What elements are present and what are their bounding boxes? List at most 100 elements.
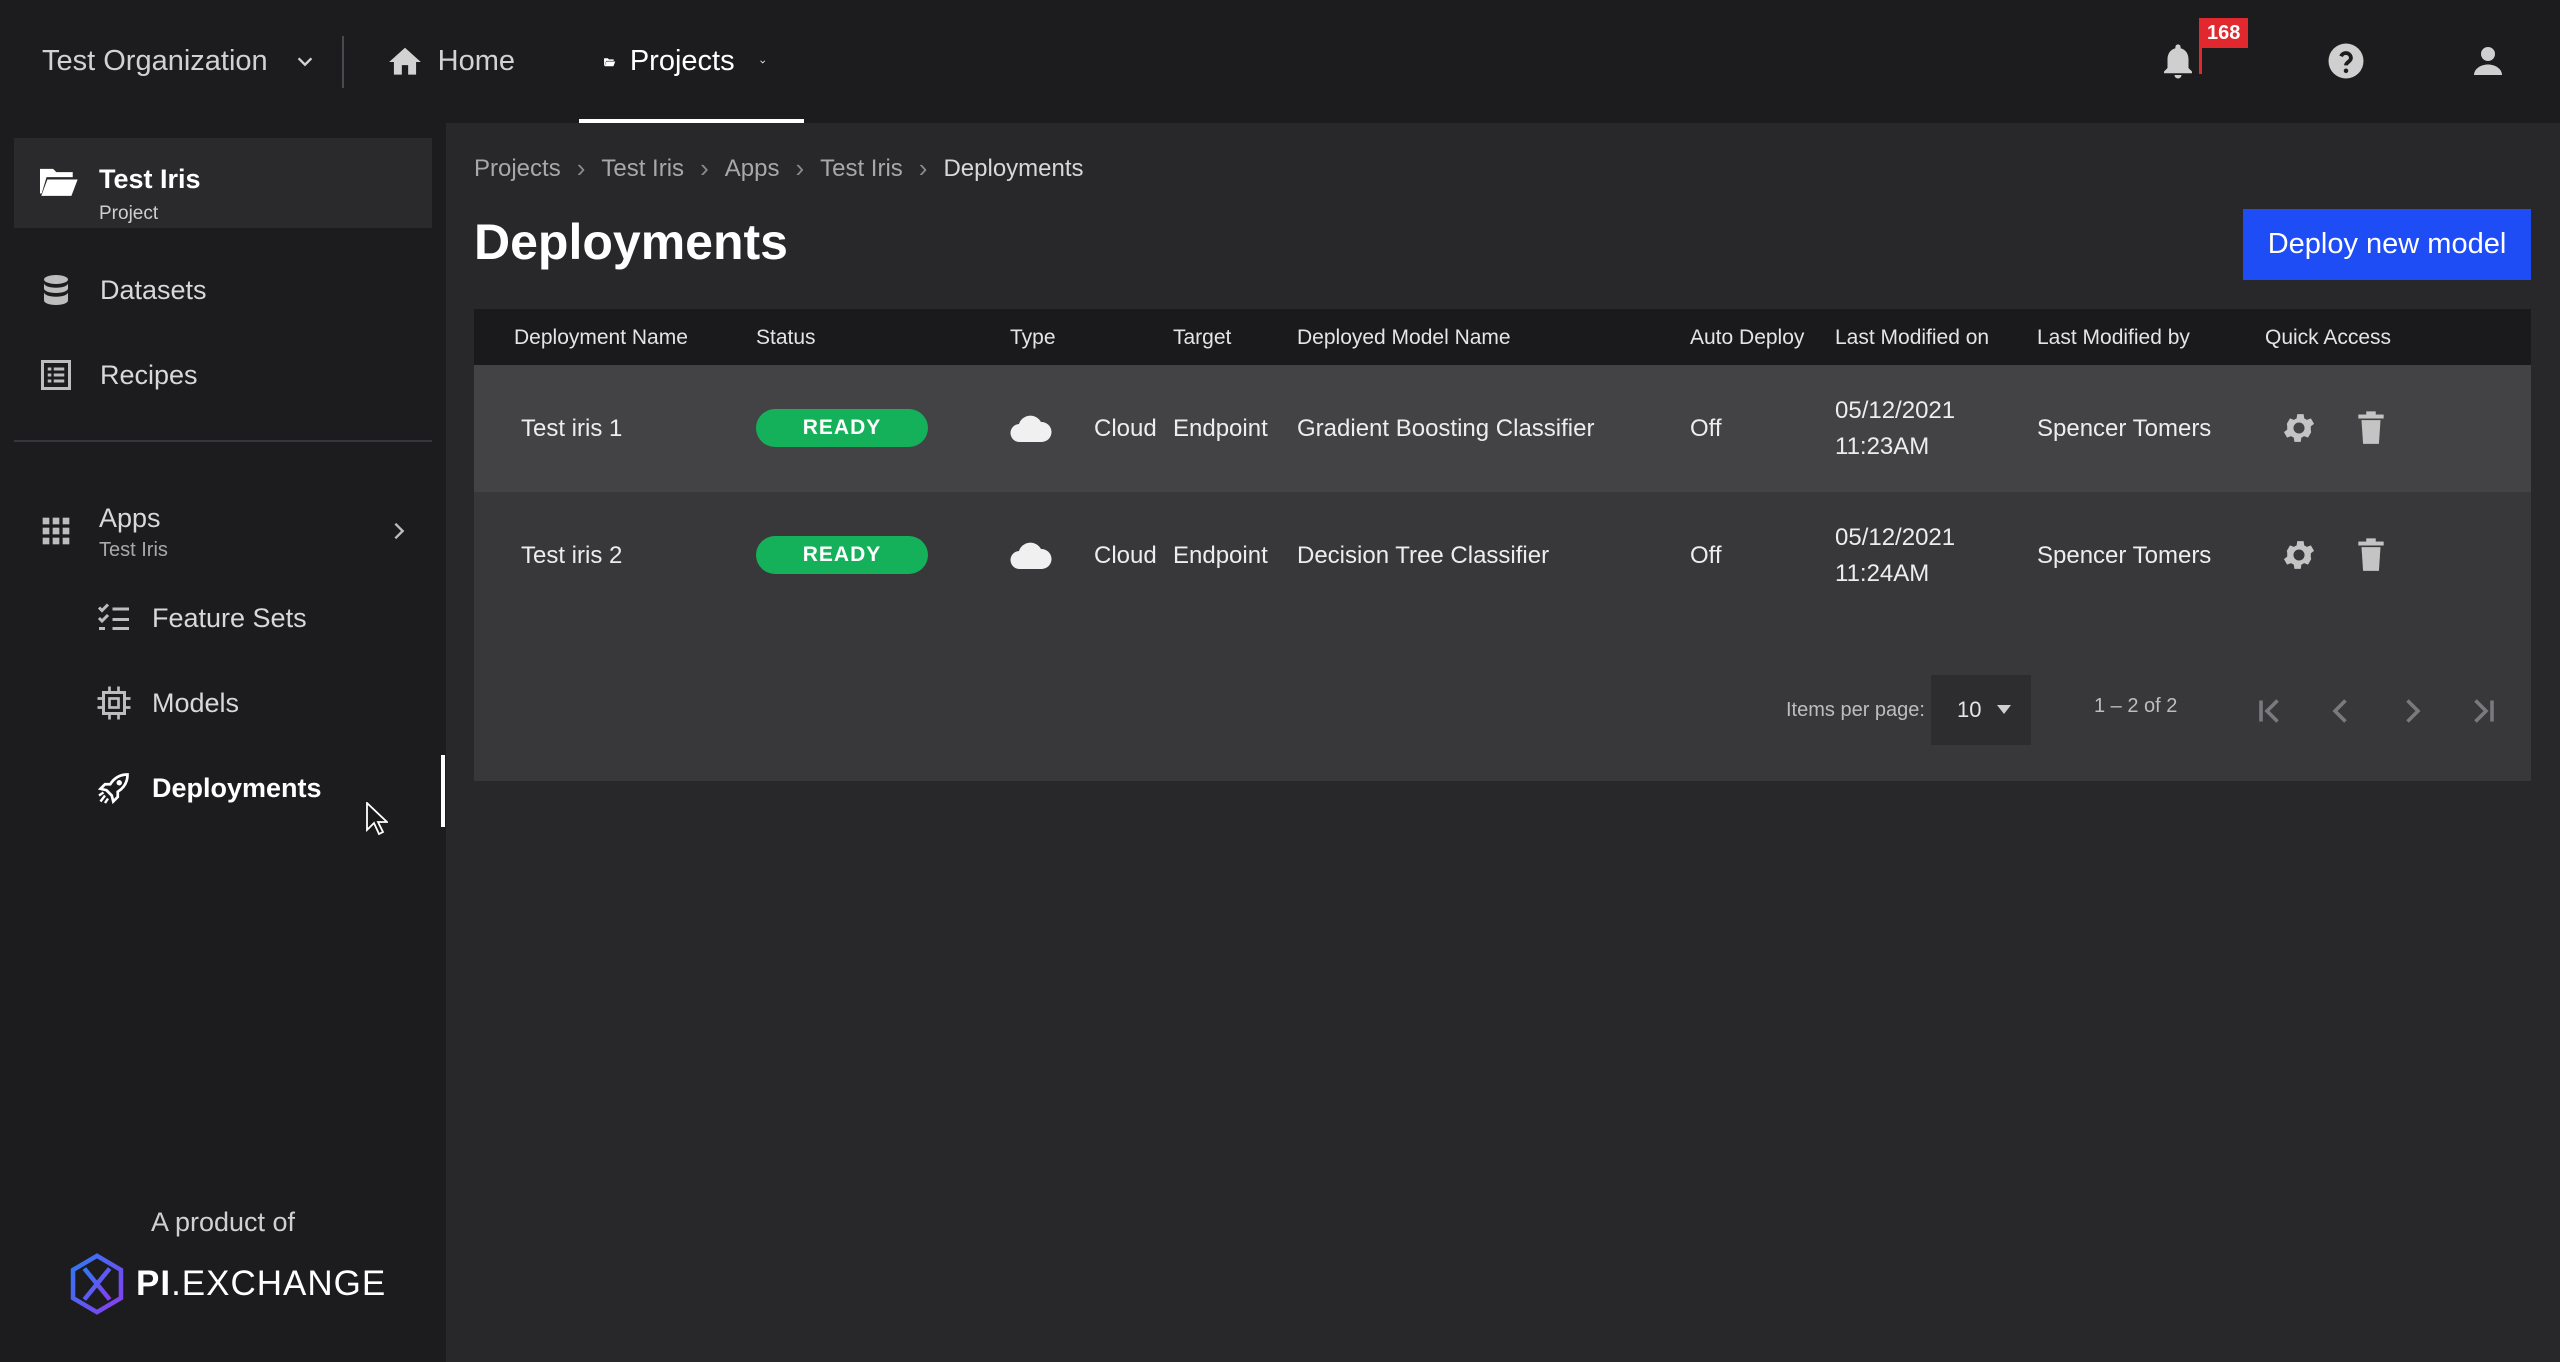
deployment-target: Endpoint (1173, 415, 1268, 442)
product-of-text: A product of (150, 1207, 296, 1237)
nav-home[interactable]: Home (386, 0, 579, 123)
page-title: Deployments (474, 214, 788, 270)
caret-down-icon (1997, 705, 2011, 714)
items-per-page-label: Items per page: (1786, 699, 1925, 721)
sidebar-divider (14, 440, 432, 442)
breadcrumb-chevron-icon: › (795, 153, 805, 183)
trash-icon[interactable] (2352, 536, 2390, 574)
account-button[interactable] (2467, 40, 2509, 82)
sidebar-item-label: Datasets (100, 274, 207, 305)
apps-label: Apps (99, 503, 161, 533)
first-page-icon[interactable] (2252, 693, 2288, 729)
piexchange-logo: PI.EXCHANGE (68, 1253, 386, 1315)
breadcrumb-current: Deployments (943, 154, 1084, 182)
apps-grid-icon (42, 517, 70, 545)
breadcrumb-apps[interactable]: Apps (725, 155, 780, 183)
notifications-button[interactable] (2157, 40, 2199, 82)
sidebar-item-datasets[interactable]: Datasets (0, 255, 430, 325)
status-badge: READY (756, 409, 928, 447)
sidebar-item-apps[interactable]: Apps Test Iris (0, 491, 430, 571)
sidebar-item-recipes[interactable]: Recipes (0, 340, 430, 410)
last-modified-by: Spencer Tomers (2037, 542, 2212, 569)
bell-icon (2164, 44, 2192, 79)
last-modified-time: 11:23AM (1835, 433, 1930, 460)
deploy-new-model-button[interactable]: Deploy new model (2243, 209, 2531, 280)
organization-name: Test Organization (42, 45, 268, 77)
app-root: Test Organization Home Projects 168 Test (0, 0, 2560, 1362)
table-row[interactable]: Test iris 1 READY Cloud Endpoint Gradien… (474, 365, 2531, 492)
breadcrumb: Projects › Test Iris › Apps › Test Iris … (474, 153, 1084, 184)
deployed-model-name: Decision Tree Classifier (1297, 542, 1550, 569)
breadcrumb-projects[interactable]: Projects (474, 155, 561, 183)
page-range: 1 – 2 of 2 (2094, 695, 2178, 717)
sidebar-item-label: Recipes (100, 359, 198, 390)
breadcrumb-project[interactable]: Test Iris (601, 155, 684, 183)
items-per-page-select[interactable]: 10 (1931, 675, 2031, 745)
user-icon (2474, 47, 2502, 75)
apps-subtitle: Test Iris (99, 539, 168, 561)
chevron-down-icon[interactable] (759, 51, 766, 73)
column-header[interactable]: Status (756, 326, 816, 350)
table-row[interactable]: Test iris 2 READY Cloud Endpoint Decisio… (474, 492, 2531, 619)
column-header[interactable]: Type (1010, 326, 1056, 350)
items-per-page-value: 10 (1957, 697, 1982, 722)
status-badge: READY (756, 536, 928, 574)
chip-icon (97, 686, 131, 720)
auto-deploy: Off (1690, 415, 1722, 442)
column-header[interactable]: Last Modified on (1835, 326, 1989, 350)
paginator: Items per page: 10 1 – 2 of 2 (474, 675, 2531, 749)
next-page-icon[interactable] (2394, 693, 2430, 729)
sidebar-item-models[interactable]: Models (0, 668, 430, 738)
help-icon (2328, 43, 2364, 79)
current-project-card[interactable]: Test Iris Project (14, 138, 432, 228)
nav-projects[interactable]: Projects (579, 0, 805, 123)
deployment-type: Cloud (1094, 542, 1157, 569)
last-modified-by: Spencer Tomers (2037, 415, 2212, 442)
deployment-name[interactable]: Test iris 2 (521, 542, 622, 570)
breadcrumb-chevron-icon: › (918, 153, 928, 183)
help-button[interactable] (2325, 40, 2367, 82)
last-page-icon[interactable] (2465, 693, 2501, 729)
deployment-type: Cloud (1094, 415, 1157, 442)
cloud-icon (1010, 415, 1052, 443)
last-modified-date: 05/12/2021 (1835, 524, 1956, 551)
previous-page-icon[interactable] (2323, 693, 2359, 729)
breadcrumb-chevron-icon: › (576, 153, 586, 183)
list-icon (41, 360, 71, 390)
sidebar: Test Iris Project Datasets Recipes Apps … (0, 123, 446, 1362)
breadcrumb-app[interactable]: Test Iris (820, 155, 903, 183)
column-header[interactable]: Target (1173, 326, 1231, 350)
column-header[interactable]: Deployment Name (514, 326, 688, 350)
home-icon (388, 47, 421, 75)
column-header[interactable]: Auto Deploy (1690, 326, 1804, 350)
project-name: Test Iris (99, 164, 201, 194)
last-modified-time: 11:24AM (1835, 560, 1930, 587)
deployments-table: Deployment Name Status Type Target Deplo… (474, 309, 2531, 781)
chevron-right-icon (394, 522, 405, 540)
column-header: Quick Access (2265, 326, 2392, 349)
column-header[interactable]: Last Modified by (2037, 326, 2190, 350)
settings-gear-icon[interactable] (2280, 536, 2318, 574)
nav-home-label: Home (437, 45, 516, 77)
sidebar-item-feature-sets[interactable]: Feature Sets (0, 583, 430, 653)
sidebar-item-label: Deployments (152, 772, 322, 803)
table-header: Deployment Name Status Type Target Deplo… (474, 309, 2531, 365)
mouse-cursor-icon (366, 802, 388, 836)
column-header[interactable]: Deployed Model Name (1297, 326, 1511, 350)
deployment-target: Endpoint (1173, 542, 1268, 569)
cloud-icon (1010, 542, 1052, 570)
top-bar: Test Organization Home Projects 168 (0, 0, 2560, 123)
notification-flag (2199, 48, 2202, 74)
settings-gear-icon[interactable] (2280, 409, 2318, 447)
breadcrumb-chevron-icon: › (700, 153, 709, 183)
piexchange-logo-icon (70, 1253, 124, 1315)
chevron-down-icon (297, 56, 312, 66)
deployed-model-name: Gradient Boosting Classifier (1297, 415, 1595, 442)
organization-selector[interactable]: Test Organization (0, 0, 342, 123)
deployment-name[interactable]: Test iris 1 (521, 415, 622, 443)
trash-icon[interactable] (2352, 409, 2390, 447)
last-modified-date: 05/12/2021 (1835, 397, 1956, 424)
nav-projects-label: Projects (629, 45, 735, 77)
folder-open-icon (604, 57, 616, 66)
database-icon (44, 275, 68, 305)
